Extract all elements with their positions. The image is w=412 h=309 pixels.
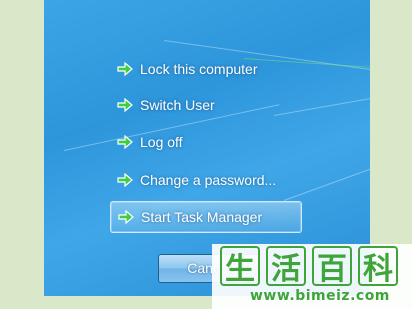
watermark-char: 科	[358, 246, 398, 287]
menu-item-log-off[interactable]: Log off	[110, 127, 300, 157]
green-arrow-icon	[116, 60, 134, 78]
menu-item-label: Start Task Manager	[141, 209, 263, 225]
menu-item-label: Switch User	[140, 97, 215, 113]
site-watermark: 生 活 百 科 www.bimeiz.com	[212, 244, 412, 309]
menu-item-change-password[interactable]: Change a password...	[110, 165, 300, 195]
watermark-char: 活	[266, 246, 306, 287]
menu-item-lock-computer[interactable]: Lock this computer	[110, 54, 300, 84]
watermark-char: 生	[220, 246, 260, 287]
watermark-url: www.bimeiz.com	[250, 288, 390, 304]
menu-item-start-task-manager[interactable]: Start Task Manager	[110, 201, 302, 233]
green-arrow-icon	[116, 133, 134, 151]
menu-item-label: Change a password...	[140, 172, 277, 188]
green-arrow-icon	[117, 208, 135, 226]
menu-item-label: Log off	[140, 134, 183, 150]
menu-item-switch-user[interactable]: Switch User	[110, 90, 300, 120]
watermark-logo: 生 活 百 科	[220, 246, 398, 287]
green-arrow-icon	[116, 96, 134, 114]
menu-item-label: Lock this computer	[140, 61, 258, 77]
green-arrow-icon	[116, 171, 134, 189]
watermark-char: 百	[312, 246, 352, 287]
